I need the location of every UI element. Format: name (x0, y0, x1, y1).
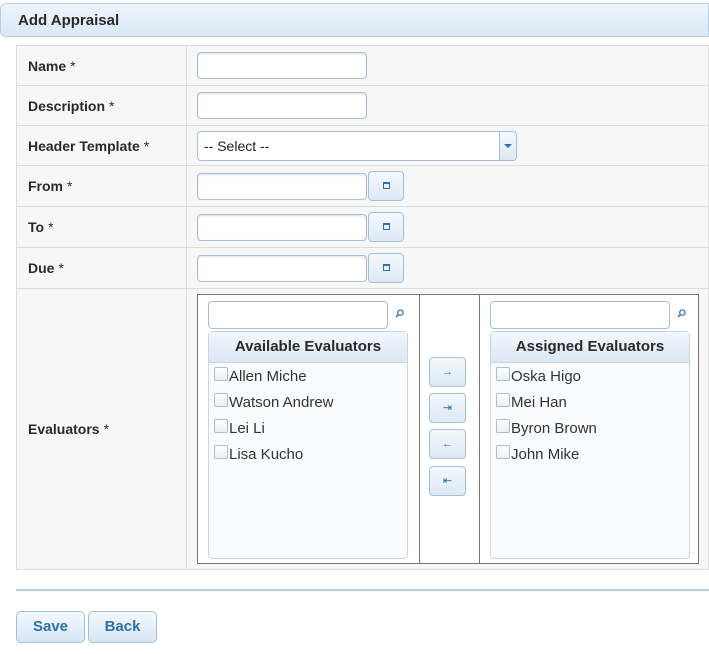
from-date-input[interactable] (197, 172, 367, 200)
available-evaluators-list: Available Evaluators Allen Miche Watson A… (208, 331, 408, 559)
chevron-down-icon[interactable] (499, 131, 516, 160)
checkbox[interactable] (214, 393, 228, 407)
header-template-value: -- Select -- (204, 137, 270, 154)
evaluator-name: Allen Miche (229, 368, 307, 385)
due-calendar-button[interactable] (368, 253, 404, 283)
checkbox[interactable] (496, 419, 510, 433)
evaluator-name: Lisa Kucho (229, 446, 304, 463)
from-label: From * (16, 165, 187, 207)
list-item[interactable]: Oska Higo (491, 363, 689, 389)
available-evaluators-header: Available Evaluators (209, 332, 407, 363)
required-mark: * (70, 57, 76, 74)
required-mark: * (58, 260, 64, 276)
save-button[interactable]: Save (16, 611, 85, 643)
evaluator-name: Oska Higo (511, 368, 582, 385)
name-input[interactable] (197, 52, 367, 79)
list-item[interactable]: Byron Brown (491, 415, 689, 441)
to-label: To * (16, 206, 187, 248)
evaluator-name: John Mike (511, 446, 580, 463)
available-items: Allen Miche Watson Andrew Lei Li Lisa Kucho (209, 363, 407, 467)
move-all-left-button[interactable]: ⇤ (429, 466, 466, 496)
checkbox[interactable] (496, 367, 510, 381)
list-item[interactable]: Watson Andrew (209, 389, 407, 415)
footer-divider (16, 589, 709, 591)
calendar-icon (383, 264, 390, 271)
available-search-input[interactable] (208, 301, 388, 329)
list-item[interactable]: Lisa Kucho (209, 441, 407, 467)
back-button[interactable]: Back (88, 611, 157, 643)
list-item[interactable]: Mei Han (491, 389, 689, 415)
page-title: Add Appraisal (18, 12, 120, 29)
name-label: Name * (16, 45, 187, 86)
move-left-button[interactable]: ← (429, 429, 466, 459)
evaluator-name: Lei Li (229, 420, 265, 437)
list-item[interactable]: Allen Miche (209, 363, 407, 389)
calendar-icon (383, 182, 390, 189)
checkbox[interactable] (214, 419, 228, 433)
evaluators-picker: Available Evaluators Allen Miche Watson A… (197, 294, 699, 564)
to-date-input[interactable] (197, 213, 367, 241)
checkbox[interactable] (496, 393, 510, 407)
required-mark: * (143, 137, 150, 154)
checkbox[interactable] (496, 445, 510, 459)
assigned-evaluators-list: Assigned Evaluators Oska Higo Mei Han Byro… (490, 331, 690, 559)
description-input[interactable] (197, 92, 367, 119)
list-item[interactable]: Lei Li (209, 415, 407, 441)
calendar-icon (383, 223, 390, 230)
search-icon[interactable] (677, 309, 686, 318)
assigned-evaluators-header: Assigned Evaluators (491, 332, 689, 363)
header-template-label: Header Template * (16, 125, 187, 166)
required-mark: * (48, 219, 54, 235)
required-mark: * (109, 97, 115, 114)
due-label: Due * (16, 247, 187, 289)
assigned-search-input[interactable] (490, 301, 670, 329)
required-mark: * (103, 421, 110, 437)
move-all-right-button[interactable]: ⇥ (429, 393, 466, 423)
assigned-evaluators-panel: Assigned Evaluators Oska Higo Mei Han Byro… (480, 295, 698, 563)
checkbox[interactable] (214, 367, 228, 381)
required-mark: * (67, 178, 73, 194)
evaluator-name: Byron Brown (511, 420, 597, 437)
page-header: Add Appraisal (0, 3, 709, 37)
evaluator-name: Mei Han (511, 394, 567, 411)
available-evaluators-panel: Available Evaluators Allen Miche Watson A… (198, 295, 420, 563)
checkbox[interactable] (214, 445, 228, 459)
due-date-input[interactable] (197, 254, 367, 282)
appraisal-form: Name * Description * Header Template * -- S… (16, 45, 709, 570)
move-right-button[interactable]: → (429, 357, 466, 387)
header-template-select[interactable]: -- Select -- (197, 130, 517, 161)
evaluators-label: Evaluators * (16, 288, 187, 570)
move-buttons-panel: → ⇥ ← ⇤ (419, 295, 480, 563)
to-calendar-button[interactable] (368, 212, 404, 242)
list-item[interactable]: John Mike (491, 441, 689, 467)
evaluator-name: Watson Andrew (229, 394, 334, 411)
search-icon[interactable] (395, 309, 404, 318)
from-calendar-button[interactable] (368, 171, 404, 201)
description-label: Description * (16, 85, 187, 126)
assigned-items: Oska Higo Mei Han Byron Brown John Mike (491, 363, 689, 467)
